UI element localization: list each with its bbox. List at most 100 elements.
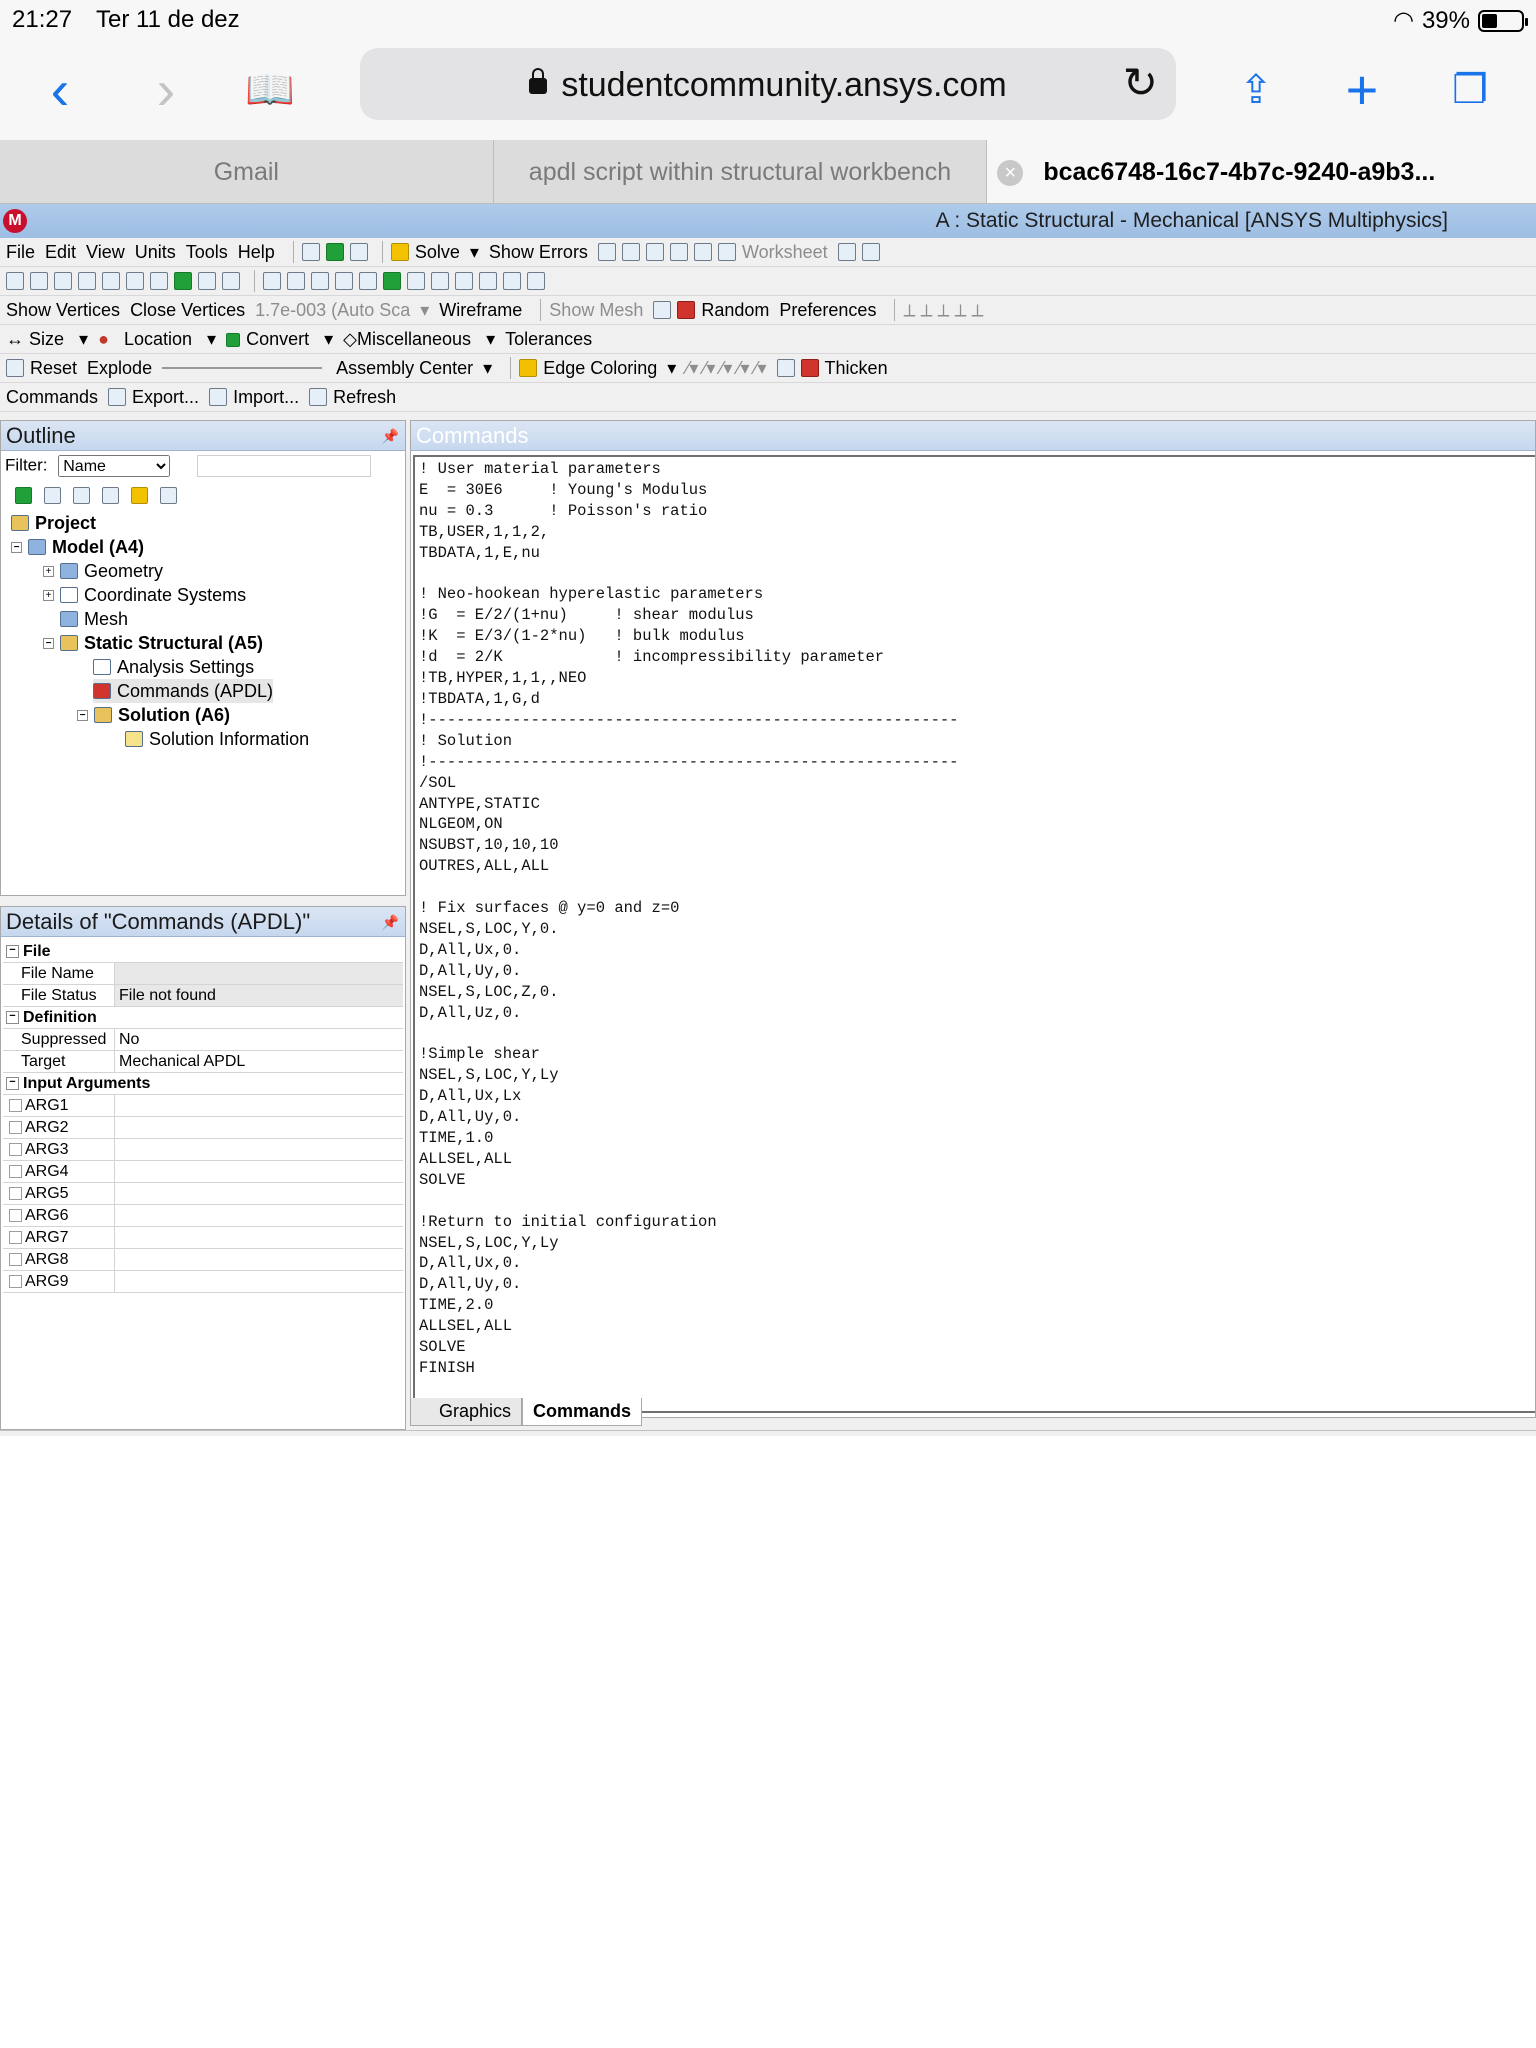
arg-value[interactable]	[115, 1249, 403, 1270]
export-button[interactable]: Export...	[132, 387, 199, 408]
arg-label[interactable]: ARG2	[3, 1117, 115, 1138]
row-arg[interactable]: ARG9	[3, 1271, 403, 1293]
pin-icon[interactable]	[776, 359, 795, 377]
expand-icon[interactable]: +	[43, 565, 54, 577]
select-xyz-icon[interactable]	[54, 272, 72, 290]
text-icon[interactable]	[693, 243, 712, 261]
tree-item-geometry[interactable]: + Geometry	[43, 559, 163, 583]
size-button[interactable]: ↔ Size ▾	[6, 329, 88, 350]
arg-label[interactable]: ARG1	[3, 1095, 115, 1116]
select-mode-icon[interactable]	[78, 272, 96, 290]
solve-dropdown-icon[interactable]: ▾	[470, 242, 479, 263]
menu-view[interactable]: View	[86, 242, 125, 263]
row-arg[interactable]: ARG4	[3, 1161, 403, 1183]
bookmarks-icon[interactable]: 📖	[240, 62, 300, 122]
tree-item-static-structural[interactable]: − Static Structural (A5)	[43, 631, 263, 655]
tab-gmail[interactable]: Gmail	[0, 140, 494, 203]
arg-value[interactable]	[115, 1117, 403, 1138]
magnifier-icon[interactable]	[431, 272, 449, 290]
tab-apdl-script[interactable]: apdl script within structural workbench	[494, 140, 988, 203]
assembly-dropdown-icon[interactable]: ▾	[483, 358, 492, 379]
wireframe-button[interactable]: Wireframe	[439, 300, 522, 321]
suppressed-value[interactable]: No	[115, 1029, 403, 1050]
annotation-icon[interactable]	[669, 243, 688, 261]
zoom-in-icon[interactable]	[383, 272, 401, 290]
menu-file[interactable]: File	[6, 242, 35, 263]
row-arg[interactable]: ARG6	[3, 1205, 403, 1227]
explode-icon[interactable]	[6, 359, 24, 377]
miscellaneous-button[interactable]: ◇Miscellaneous ▾	[343, 329, 495, 350]
filter-select[interactable]: Name	[58, 455, 171, 477]
pan-icon[interactable]	[287, 272, 305, 290]
copy-icon[interactable]	[198, 272, 216, 290]
tree-filter-icon[interactable]	[73, 487, 90, 504]
new-tab-icon[interactable]: +	[1332, 62, 1392, 122]
tolerances-button[interactable]: Tolerances	[505, 329, 592, 350]
arg-label[interactable]: ARG5	[3, 1183, 115, 1204]
zoom-box-icon[interactable]	[335, 272, 353, 290]
show-vertices-button[interactable]: Show Vertices	[6, 300, 120, 321]
close-tab-icon[interactable]: ×	[997, 160, 1024, 186]
assembly-center-dropdown[interactable]: Assembly Center	[336, 358, 473, 379]
row-arg[interactable]: ARG7	[3, 1227, 403, 1249]
folder-icon[interactable]	[131, 487, 148, 504]
expand-all-icon[interactable]	[102, 487, 119, 504]
scale-dropdown-icon[interactable]: ▾	[420, 300, 429, 321]
arg-label[interactable]: ARG9	[3, 1271, 115, 1292]
row-arg[interactable]: ARG2	[3, 1117, 403, 1139]
tab-current[interactable]: × bcac6748-16c7-4b7c-9240-a9b3...	[987, 140, 1536, 203]
tree-item-project[interactable]: Project	[11, 511, 96, 535]
arg-value[interactable]	[115, 1161, 403, 1182]
back-button[interactable]: ‹	[30, 62, 90, 122]
zoom-out-icon[interactable]	[407, 272, 425, 290]
arg-label[interactable]: ARG7	[3, 1227, 115, 1248]
address-bar[interactable]: studentcommunity.ansys.com ↻	[360, 48, 1176, 120]
expand-icon[interactable]: +	[43, 589, 54, 601]
target-value[interactable]: Mechanical APDL	[115, 1051, 403, 1072]
select-edge-icon[interactable]	[126, 272, 144, 290]
menu-help[interactable]: Help	[238, 242, 275, 263]
edge-display-icons[interactable]: ⁄▾ ⁄▾ ⁄▾ ⁄▾ ⁄▾	[686, 358, 766, 379]
connect-icon[interactable]	[349, 243, 368, 261]
rotate-icon[interactable]	[263, 272, 281, 290]
scale-dropdown[interactable]: 1.7e-003 (Auto Sca	[255, 300, 410, 321]
tree-item-commands[interactable]: Commands (APDL)	[93, 679, 274, 703]
tree-item-solution-information[interactable]: Solution Information	[125, 727, 309, 751]
reset-button[interactable]: Reset	[30, 358, 77, 379]
row-target[interactable]: Target Mechanical APDL	[3, 1051, 403, 1073]
arg-label[interactable]: ARG6	[3, 1205, 115, 1226]
arg-value[interactable]	[115, 1205, 403, 1226]
next-view-icon[interactable]	[479, 272, 497, 290]
section-definition[interactable]: Definition	[3, 1007, 403, 1029]
paste-icon[interactable]	[222, 272, 240, 290]
location-button[interactable]: ● Location ▾	[98, 329, 216, 350]
isometric-icon[interactable]	[503, 272, 521, 290]
worksheet-button[interactable]: Worksheet	[742, 242, 828, 263]
tabs-overview-icon[interactable]: ❐	[1440, 62, 1500, 122]
tree-item-mesh[interactable]: Mesh	[60, 607, 128, 631]
fit-icon[interactable]	[359, 272, 377, 290]
arg-value[interactable]	[115, 1271, 403, 1292]
thicken-bars-icon[interactable]	[800, 359, 819, 377]
select-vertex-icon[interactable]	[30, 272, 48, 290]
axes-icon[interactable]	[653, 301, 672, 319]
row-arg[interactable]: ARG3	[3, 1139, 403, 1161]
select-point-icon[interactable]	[6, 272, 24, 290]
tree-item-analysis-settings[interactable]: Analysis Settings	[93, 655, 254, 679]
tree-item-model[interactable]: − Model (A4)	[11, 535, 144, 559]
edge-coloring-dropdown-icon[interactable]: ▾	[667, 358, 676, 379]
reload-icon[interactable]: ↻	[1123, 58, 1158, 107]
collapse-icon[interactable]: −	[77, 709, 88, 721]
arg-label[interactable]: ARG8	[3, 1249, 115, 1270]
arg-value[interactable]	[115, 1095, 403, 1116]
close-vertices-button[interactable]: Close Vertices	[130, 300, 245, 321]
preferences-button[interactable]: Preferences	[779, 300, 876, 321]
suppress-icon[interactable]	[44, 487, 61, 504]
probe-icon[interactable]	[597, 243, 616, 261]
viewport-icon[interactable]	[527, 272, 545, 290]
row-suppressed[interactable]: Suppressed No	[3, 1029, 403, 1051]
tree-item-solution[interactable]: − Solution (A6)	[77, 703, 230, 727]
arg-value[interactable]	[115, 1227, 403, 1248]
refresh-tree-icon[interactable]	[15, 487, 32, 504]
console-icon[interactable]	[301, 243, 320, 261]
